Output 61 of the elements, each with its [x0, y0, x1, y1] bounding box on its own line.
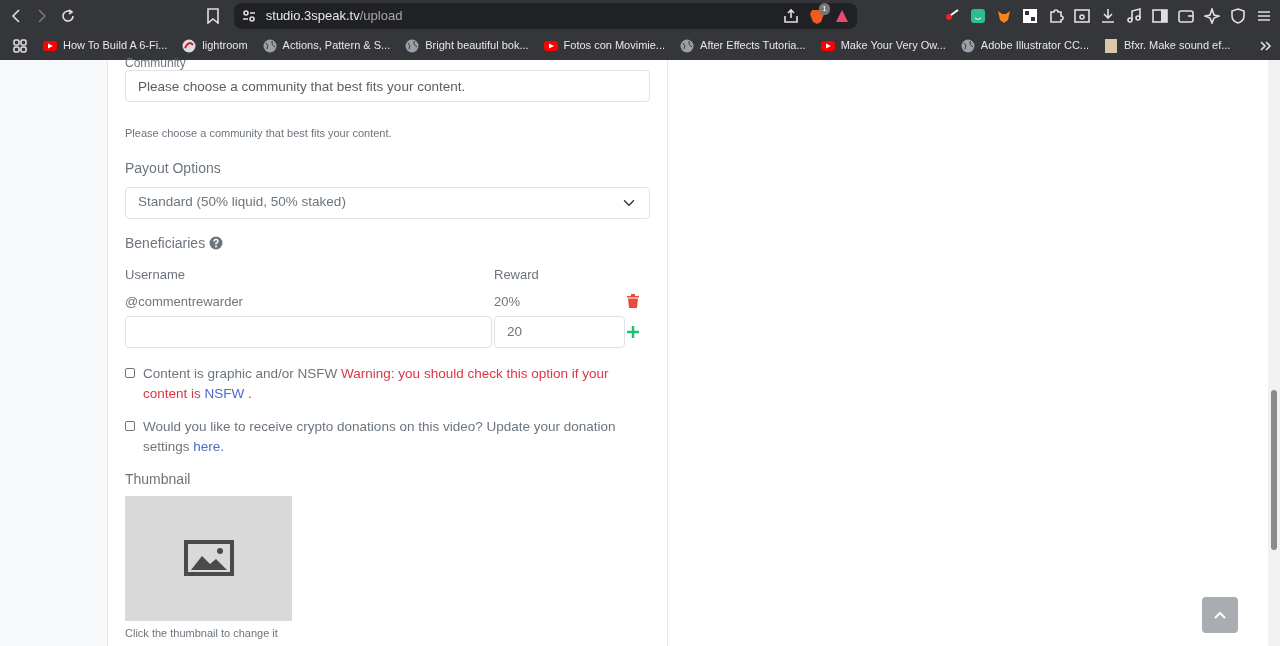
qr-code-icon[interactable] [1022, 7, 1038, 24]
thumbnail-placeholder[interactable] [125, 495, 292, 621]
globe-icon [959, 37, 976, 54]
globe-icon [679, 37, 696, 54]
text-link[interactable]: NSFW [204, 385, 245, 401]
help-icon[interactable] [209, 236, 224, 250]
shields-count-badge: 1 [819, 2, 830, 15]
triangle-icon[interactable] [835, 8, 850, 23]
wallet-icon[interactable] [1178, 7, 1194, 24]
bookmark-link[interactable]: Bright beautiful bok... [404, 37, 529, 54]
music-note-icon[interactable] [1126, 7, 1142, 24]
site-settings-icon[interactable] [241, 8, 256, 23]
sparkle-icon[interactable] [1204, 7, 1220, 24]
column-header: Username [125, 266, 185, 282]
thumbnail-icon [1103, 37, 1119, 54]
bookmark-icon[interactable] [205, 7, 220, 24]
chevron-up-icon [1214, 611, 1226, 619]
globe-icon [404, 37, 421, 54]
trash-icon[interactable] [627, 294, 639, 308]
community-field[interactable]: Please choose a community that best fits your content. [125, 70, 650, 102]
reload-icon[interactable] [60, 7, 76, 24]
swirl-icon [181, 37, 198, 54]
bookmark-link[interactable]: Adobe Illustrator CC... [959, 37, 1089, 54]
reward-text: 20% [494, 293, 521, 309]
address-bar[interactable]: studio.3speak.tv/upload 1 [233, 2, 858, 29]
bookmark-link[interactable]: Fotos con Movimie... [542, 37, 666, 54]
field-label: Beneficiaries [125, 233, 206, 253]
bookmark-link[interactable]: lightroom [181, 37, 248, 54]
text-link[interactable]: here. [193, 438, 225, 454]
bookmark-link[interactable]: Actions, Pattern & S... [261, 37, 391, 54]
field-label: Community [125, 56, 187, 70]
help-text: Please choose a community that best fits your content. [125, 126, 393, 141]
bookmark-link[interactable]: Bfxr. Make sound ef... [1103, 37, 1231, 54]
column-header: Reward [494, 266, 539, 282]
field-label: Payout Options [125, 158, 222, 178]
checkbox-label: Content is graphic and/or NSFW Warning: you should check this option if your content is NSFW . [143, 364, 610, 403]
username-field[interactable] [125, 315, 492, 348]
globe-icon [261, 37, 278, 54]
window-search-icon[interactable] [1074, 7, 1090, 24]
caption-text: Click the thumbnail to change it [125, 625, 279, 641]
username-text: @commentrewarder [125, 293, 243, 309]
field-label: Thumbnail [125, 469, 192, 489]
smile-icon[interactable] [970, 7, 986, 24]
chevrons-right-icon[interactable] [1258, 38, 1273, 53]
sidebar-icon[interactable] [1152, 7, 1168, 24]
scrollbar[interactable] [1268, 60, 1280, 646]
payout-select[interactable]: Standard (50% liquid, 50% staked) [125, 186, 650, 219]
apps-grid-icon[interactable] [12, 37, 28, 54]
download-icon[interactable] [1100, 7, 1116, 24]
bookmark-link[interactable]: After Effects Tutoria... [679, 37, 806, 54]
checkbox[interactable] [125, 420, 135, 431]
shield-icon[interactable] [1230, 7, 1246, 24]
reward-field[interactable]: 20 [494, 315, 625, 348]
share-icon[interactable] [783, 7, 800, 24]
checkbox[interactable] [125, 367, 135, 378]
image-icon [183, 540, 234, 576]
bookmark-link[interactable]: Make Your Very Ow... [819, 37, 946, 54]
puzzle-icon[interactable] [1048, 7, 1064, 24]
checkbox-label: Would you like to receive crypto donations on this video? Update your donation settings here. [143, 417, 617, 456]
url-text: studio.3speak.tv/upload [265, 6, 403, 25]
bookmark-link[interactable]: How To Build A 6-Fi... [42, 37, 168, 54]
